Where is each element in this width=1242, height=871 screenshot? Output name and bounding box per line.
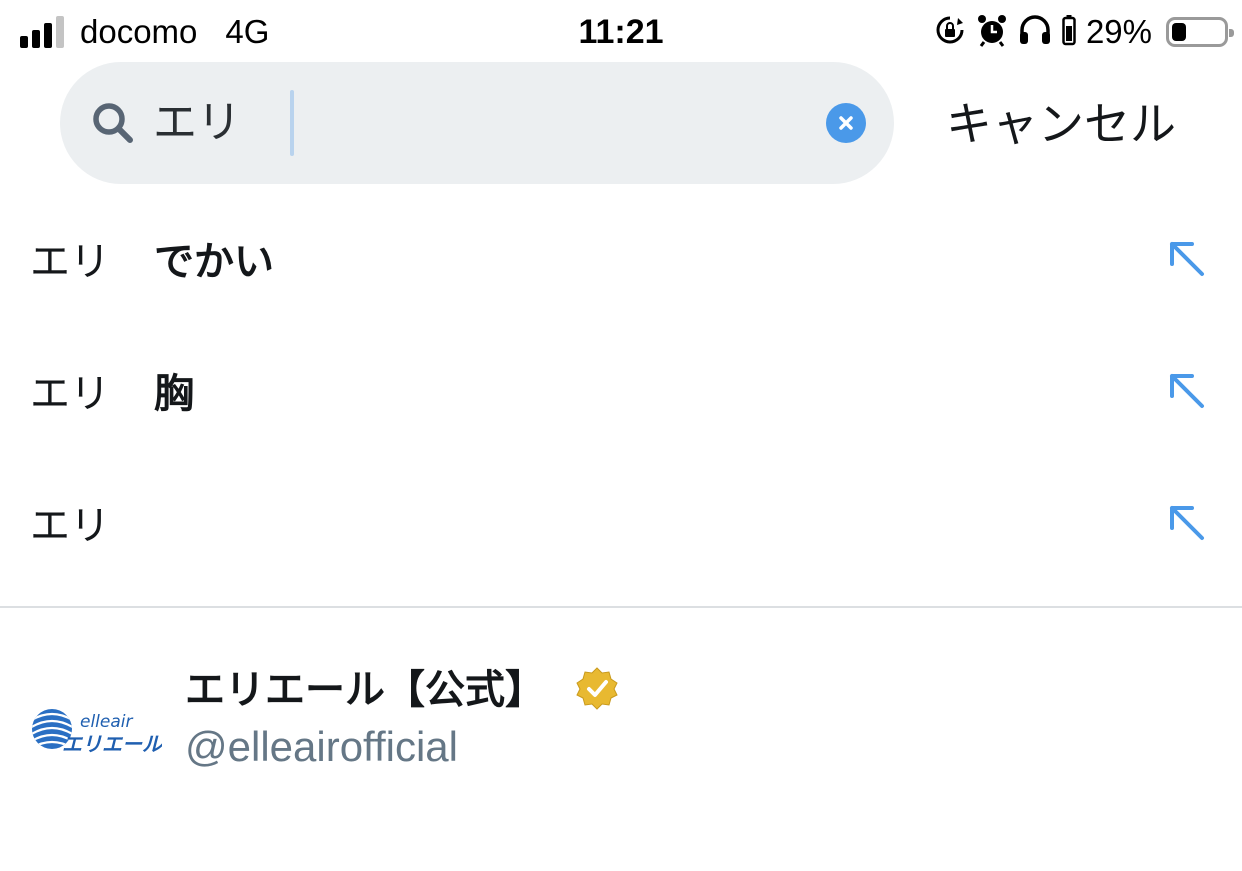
battery-charge-icon bbox=[1062, 14, 1076, 50]
suggestion-text: エリ でかい bbox=[30, 226, 274, 298]
suggestion-prefix: エリ bbox=[30, 239, 110, 285]
search-field[interactable]: エリ bbox=[60, 62, 894, 184]
search-input[interactable]: エリ bbox=[153, 88, 241, 158]
search-suggestion[interactable]: エリ bbox=[0, 460, 1242, 592]
suggestion-prefix: エリ bbox=[30, 503, 110, 549]
fill-query-arrow-icon[interactable] bbox=[1166, 502, 1206, 546]
headphones-icon bbox=[1018, 14, 1052, 50]
user-display-name: エリエール【公式】 bbox=[185, 667, 545, 713]
fill-query-arrow-icon[interactable] bbox=[1166, 238, 1206, 282]
fill-query-arrow-icon[interactable] bbox=[1166, 370, 1206, 414]
alarm-icon bbox=[976, 13, 1008, 51]
user-result-row[interactable]: elleair エリエール エリエール【公式】 @elleairofficial bbox=[0, 640, 1242, 800]
search-suggestion[interactable]: エリ でかい bbox=[0, 196, 1242, 328]
status-bar: docomo 4G 11:21 29% bbox=[0, 0, 1242, 64]
avatar[interactable]: elleair エリエール bbox=[22, 685, 163, 775]
battery-level bbox=[1172, 23, 1186, 41]
search-icon bbox=[90, 100, 136, 150]
search-suggestion[interactable]: エリ胸 bbox=[0, 328, 1242, 460]
avatar-logo-text: elleair bbox=[80, 712, 134, 732]
orientation-lock-icon bbox=[934, 14, 966, 50]
user-handle: @elleairofficial bbox=[185, 723, 458, 770]
battery-cap bbox=[1229, 29, 1234, 37]
clear-search-button[interactable] bbox=[826, 103, 866, 143]
avatar-logo-subtext: エリエール bbox=[62, 732, 162, 756]
verified-badge-icon bbox=[575, 666, 619, 714]
text-cursor bbox=[290, 90, 294, 156]
suggestion-prefix: エリ bbox=[30, 371, 110, 417]
battery-icon bbox=[1166, 17, 1234, 47]
close-icon bbox=[839, 116, 853, 130]
suggestion-completion: でかい bbox=[154, 239, 274, 285]
cancel-button[interactable]: キャンセル bbox=[946, 94, 1176, 154]
elleair-logo: elleair エリエール bbox=[32, 709, 163, 756]
suggestion-text: エリ bbox=[30, 490, 154, 562]
section-divider bbox=[0, 606, 1242, 608]
suggestion-text: エリ胸 bbox=[30, 358, 194, 430]
status-right: 29% bbox=[934, 10, 1234, 54]
suggestion-completion: 胸 bbox=[154, 371, 194, 417]
battery-percentage: 29% bbox=[1085, 13, 1152, 50]
